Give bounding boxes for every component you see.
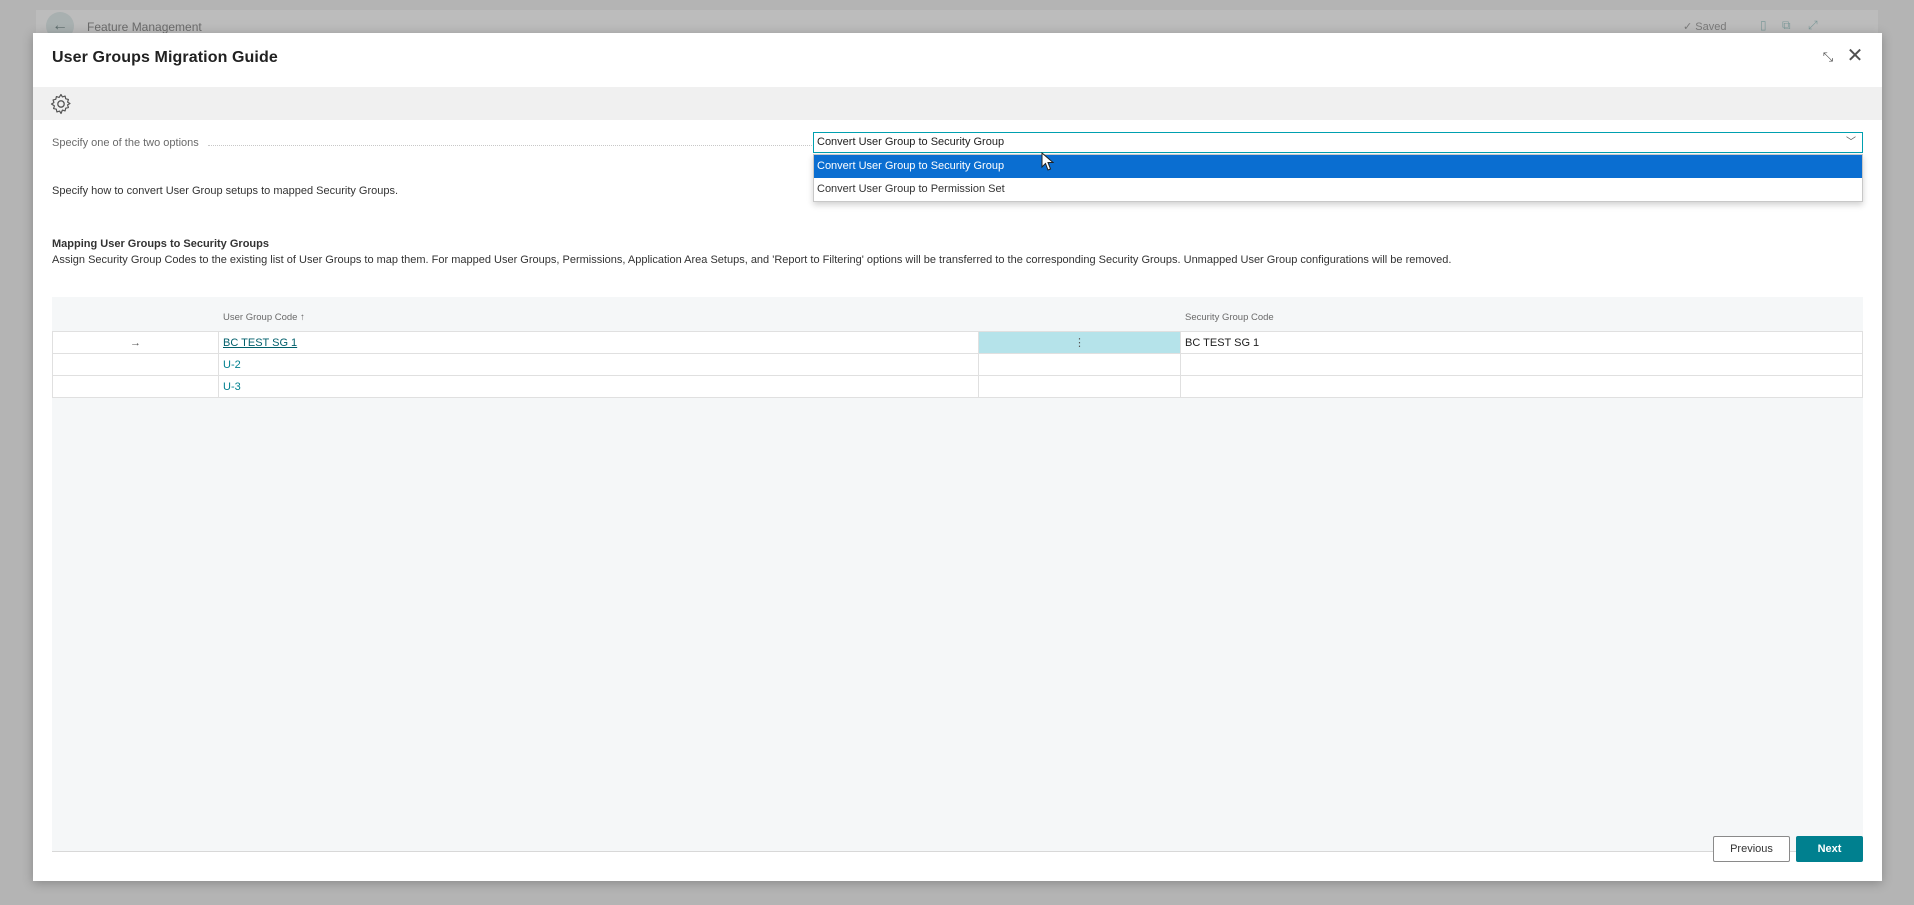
row-indicator: [52, 375, 219, 398]
security-group-code-cell[interactable]: BC TEST SG 1: [1180, 331, 1863, 354]
gear-icon[interactable]: [49, 92, 73, 116]
conversion-option-select[interactable]: Convert User Group to Security Group ﹀: [813, 132, 1863, 153]
row-indicator: →: [52, 331, 219, 354]
option-dropdown-list: Convert User Group to Security Group Con…: [813, 154, 1863, 202]
saved-status: ✓ Saved: [1683, 21, 1727, 33]
table-row[interactable]: U-3: [52, 375, 1863, 398]
mapping-title: Mapping User Groups to Security Groups: [52, 238, 269, 250]
next-button[interactable]: Next: [1796, 836, 1863, 862]
user-group-code-link[interactable]: BC TEST SG 1: [223, 337, 297, 349]
previous-button[interactable]: Previous: [1713, 836, 1790, 862]
security-group-code-cell[interactable]: [1180, 353, 1863, 376]
footer-divider: [52, 851, 1863, 852]
option-security-group[interactable]: Convert User Group to Security Group: [814, 155, 1862, 178]
selected-option: Convert User Group to Security Group: [817, 136, 1005, 148]
user-group-code-cell[interactable]: BC TEST SG 1: [218, 331, 979, 354]
option-permission-set[interactable]: Convert User Group to Permission Set: [814, 178, 1862, 201]
column-header-security-group-code[interactable]: Security Group Code: [1185, 312, 1274, 323]
dialog-toolbar: [33, 87, 1882, 120]
user-group-code-cell[interactable]: U-3: [218, 375, 979, 398]
expand-icon[interactable]: ⤢: [1808, 18, 1818, 33]
row-menu-cell[interactable]: [978, 353, 1181, 376]
mouse-cursor-icon: [1041, 152, 1055, 171]
row-menu-icon[interactable]: ⋮: [978, 331, 1181, 354]
dialog-title: User Groups Migration Guide: [52, 49, 278, 66]
mapping-description: Assign Security Group Codes to the exist…: [52, 254, 1452, 266]
chevron-down-icon[interactable]: ﹀: [1846, 133, 1856, 152]
migration-guide-dialog: User Groups Migration Guide ⤡ ✕ Specify …: [33, 33, 1882, 881]
row-indicator: [52, 353, 219, 376]
user-group-code-link[interactable]: U-3: [223, 381, 241, 393]
open-new-window-icon[interactable]: ⧉: [1782, 18, 1791, 33]
security-group-code-cell[interactable]: [1180, 375, 1863, 398]
options-label: Specify one of the two options: [52, 137, 199, 149]
bookmark-icon[interactable]: ▯: [1760, 18, 1767, 32]
background-page-title: Feature Management: [87, 20, 202, 34]
row-menu-cell[interactable]: [978, 375, 1181, 398]
instruction-text: Specify how to convert User Group setups…: [52, 185, 399, 197]
user-group-code-cell[interactable]: U-2: [218, 353, 979, 376]
close-icon[interactable]: ✕: [1844, 45, 1866, 67]
table-row[interactable]: → BC TEST SG 1 ⋮ BC TEST SG 1: [52, 331, 1863, 354]
column-header-user-group-code[interactable]: User Group Code ↑: [223, 312, 305, 323]
options-leader-dots: [208, 145, 838, 146]
table-row[interactable]: U-2: [52, 353, 1863, 376]
collapse-icon[interactable]: ⤡: [1818, 47, 1838, 67]
mapping-table: → BC TEST SG 1 ⋮ BC TEST SG 1 U-2 U-3: [52, 331, 1863, 398]
user-group-code-link[interactable]: U-2: [223, 359, 241, 371]
